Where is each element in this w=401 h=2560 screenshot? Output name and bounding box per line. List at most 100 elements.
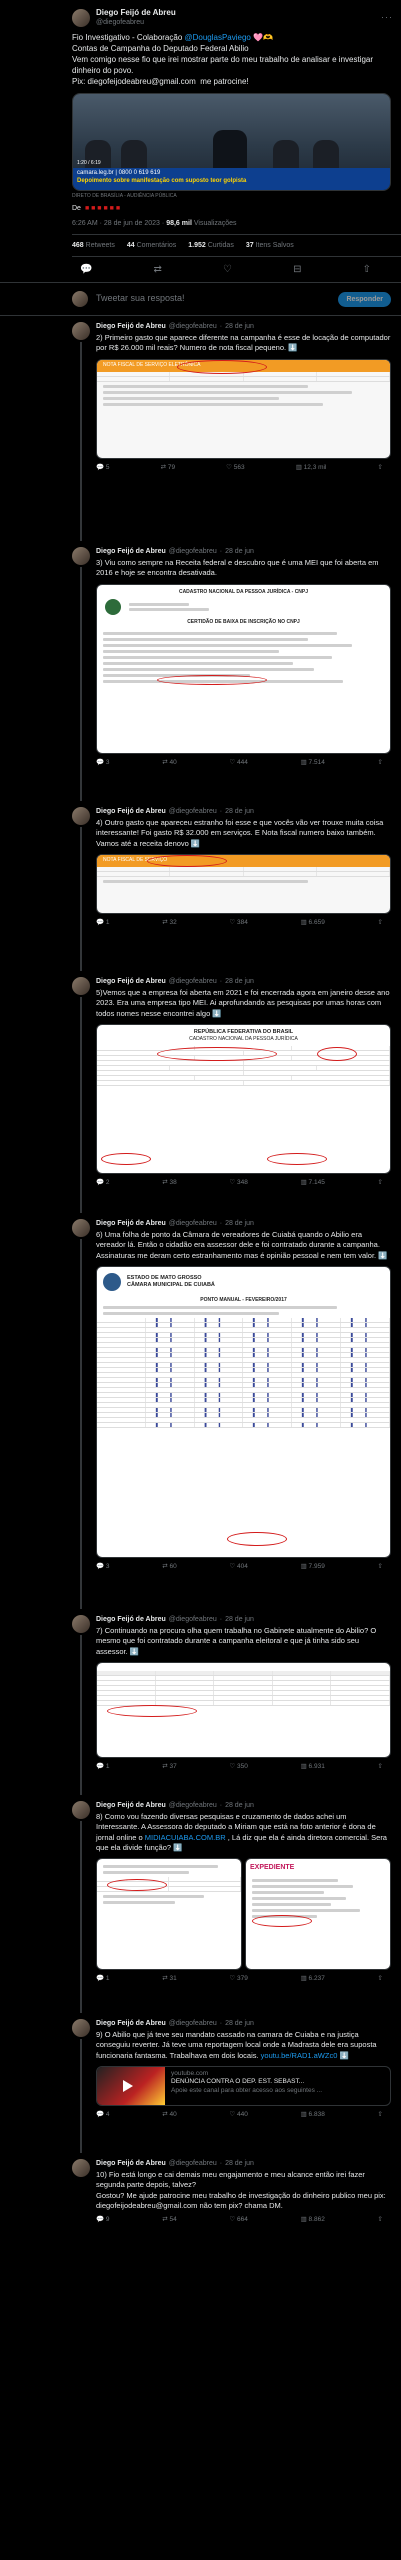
tweet-date[interactable]: 28 de jun <box>225 547 254 556</box>
reply-icon[interactable]: 💬 <box>80 263 92 276</box>
share-icon[interactable]: ⇧ <box>378 2111 383 2119</box>
share-icon[interactable]: ⇧ <box>378 1975 383 1983</box>
avatar[interactable] <box>72 807 90 826</box>
timesheet-image[interactable]: ESTADO DE MATO GROSSO CÂMARA MUNICIPAL D… <box>96 1265 391 1558</box>
thread-tweet[interactable]: Diego Feijó de Abreu @diegofeabreu · 28 … <box>0 1795 401 2014</box>
views-icon[interactable]: ▥ 12,3 mil <box>296 464 327 472</box>
thread-tweet[interactable]: Diego Feijó de Abreu @diegofeabreu · 28 … <box>0 541 401 802</box>
staff-record-image[interactable] <box>96 1857 242 1970</box>
retweet-icon[interactable]: ⇄ 40 <box>162 759 177 767</box>
share-icon[interactable]: ⇧ <box>378 1563 383 1571</box>
avatar[interactable] <box>72 322 90 341</box>
retweets-stat[interactable]: 468 Retweets <box>72 241 115 250</box>
share-icon[interactable]: ⇧ <box>378 1179 383 1187</box>
author-name[interactable]: Diego Feijó de Abreu <box>96 977 166 986</box>
avatar[interactable] <box>72 2159 90 2178</box>
author-handle[interactable]: @diegofeabreu <box>169 1219 217 1228</box>
like-icon[interactable]: ♡ 404 <box>229 1563 248 1571</box>
views-icon[interactable]: ▥ 7.514 <box>301 759 325 767</box>
share-icon[interactable]: ⇧ <box>378 919 383 927</box>
author-handle[interactable]: @diegofeabreu <box>169 977 217 986</box>
views-icon[interactable]: ▥ 6.931 <box>301 1763 325 1771</box>
reply-icon[interactable]: 💬 1 <box>96 1975 110 1983</box>
author-handle[interactable]: @diegofeabreu <box>169 807 217 816</box>
views-icon[interactable]: ▥ 7.959 <box>301 1563 325 1571</box>
reply-icon[interactable]: 💬 2 <box>96 1179 110 1187</box>
author-name[interactable]: Diego Feijó de Abreu <box>96 1219 166 1228</box>
views-icon[interactable]: ▥ 8.862 <box>301 2216 325 2224</box>
like-icon[interactable]: ♡ 440 <box>229 2111 248 2119</box>
like-icon[interactable]: ♡ 664 <box>229 2216 248 2224</box>
avatar[interactable] <box>72 8 90 27</box>
retweet-icon[interactable]: ⇄ 37 <box>162 1763 177 1771</box>
reply-icon[interactable]: 💬 3 <box>96 759 110 767</box>
like-icon[interactable]: ♡ 379 <box>229 1975 248 1983</box>
like-icon[interactable]: ♡ 384 <box>229 919 248 927</box>
likes-stat[interactable]: 1.952 Curtidas <box>188 241 234 250</box>
like-icon[interactable]: ♡ 350 <box>229 1763 248 1771</box>
thread-tweet[interactable]: Diego Feijó de Abreu @diegofeabreu · 28 … <box>0 1609 401 1796</box>
saves-stat[interactable]: 37 Itens Salvos <box>246 241 294 250</box>
reply-icon[interactable]: 💬 5 <box>96 464 110 472</box>
like-icon[interactable]: ♡ 444 <box>229 759 248 767</box>
expediente-image[interactable]: EXPEDIENTE <box>245 1857 391 1970</box>
views-icon[interactable]: ▥ 6.838 <box>301 2111 325 2119</box>
author-name[interactable]: Diego Feijó de Abreu <box>96 1801 166 1810</box>
share-icon[interactable]: ⇧ <box>378 759 383 767</box>
avatar[interactable] <box>72 2019 90 2038</box>
retweet-icon[interactable]: ⇄ 54 <box>162 2216 177 2224</box>
more-options-icon[interactable]: ··· <box>381 12 393 24</box>
invoice-image[interactable]: NOTA FISCAL DE SERVIÇO <box>96 853 391 914</box>
author-handle[interactable]: @diegofeabreu <box>96 18 176 27</box>
tweet-date[interactable]: 28 de jun <box>225 807 254 816</box>
author-name[interactable]: Diego Feijó de Abreu <box>96 1615 166 1624</box>
thread-tweet[interactable]: Diego Feijó de Abreu @diegofeabreu · 28 … <box>0 801 401 972</box>
retweet-icon[interactable]: ⇄ 38 <box>162 1179 177 1187</box>
views-icon[interactable]: ▥ 6.659 <box>301 919 325 927</box>
author-handle[interactable]: @diegofeabreu <box>169 1801 217 1810</box>
avatar[interactable] <box>72 977 90 996</box>
thread-tweet[interactable]: Diego Feijó de Abreu @diegofeabreu · 28 … <box>0 316 401 542</box>
share-icon[interactable]: ⇧ <box>363 263 371 276</box>
reply-icon[interactable]: 💬 3 <box>96 1563 110 1571</box>
reply-icon[interactable]: 💬 9 <box>96 2216 110 2224</box>
youtube-link-card[interactable]: youtube.com DENÚNCIA CONTRA O DEP. EST. … <box>96 2065 391 2106</box>
video-player[interactable]: 1:20 / 6:19 camara.leg.br | 0800 0 619 6… <box>72 93 391 192</box>
quotes-stat[interactable]: 44 Comentários <box>127 241 176 250</box>
author-handle[interactable]: @diegofeabreu <box>169 1615 217 1624</box>
author-handle[interactable]: @diegofeabreu <box>169 547 217 556</box>
retweet-icon[interactable]: ⇄ 40 <box>162 2111 177 2119</box>
cnpj-image[interactable]: REPÚBLICA FEDERATIVA DO BRASIL CADASTRO … <box>96 1023 391 1174</box>
share-icon[interactable]: ⇧ <box>378 464 383 472</box>
tweet-date[interactable]: 28 de jun <box>225 977 254 986</box>
views-icon[interactable]: ▥ 6.237 <box>301 1975 325 1983</box>
tweet-link[interactable]: MIDIACUIABA.COM.BR <box>145 1833 226 1842</box>
tweet-date[interactable]: 28 de jun <box>225 2019 254 2028</box>
invoice-image[interactable]: NOTA FISCAL DE SERVIÇO ELETRÔNICA <box>96 358 391 459</box>
thread-tweet[interactable]: Diego Feijó de Abreu @diegofeabreu · 28 … <box>0 2153 401 2243</box>
tweet-date[interactable]: 28 de jun <box>225 2159 254 2168</box>
author-name[interactable]: Diego Feijó de Abreu <box>96 807 166 816</box>
retweet-icon[interactable]: ⇄ 31 <box>162 1975 177 1983</box>
avatar[interactable] <box>72 1615 90 1634</box>
bookmark-icon[interactable]: ⊟ <box>293 263 301 276</box>
tweet-date[interactable]: 28 de jun <box>225 1615 254 1624</box>
author-name[interactable]: Diego Feijó de Abreu <box>96 322 166 331</box>
mention-link[interactable]: @DouglasPaviego <box>185 33 251 42</box>
author-name[interactable]: Diego Feijó de Abreu <box>96 8 176 18</box>
reply-icon[interactable]: 💬 1 <box>96 1763 110 1771</box>
tweet-date[interactable]: 28 de jun <box>225 1801 254 1810</box>
cnpj-image[interactable]: CADASTRO NACIONAL DA PESSOA JURÍDICA - C… <box>96 583 391 754</box>
like-icon[interactable]: ♡ 348 <box>229 1179 248 1187</box>
thread-tweet[interactable]: Diego Feijó de Abreu @diegofeabreu · 28 … <box>0 971 401 1214</box>
tweet-time[interactable]: 6:26 AM · 28 de jun de 2023 <box>72 220 160 227</box>
like-icon[interactable]: ♡ <box>223 263 232 276</box>
author-handle[interactable]: @diegofeabreu <box>169 322 217 331</box>
thread-tweet[interactable]: Diego Feijó de Abreu @diegofeabreu · 28 … <box>0 2013 401 2154</box>
retweet-icon[interactable]: ⇄ 79 <box>161 464 176 472</box>
author-handle[interactable]: @diegofeabreu <box>169 2019 217 2028</box>
author-name[interactable]: Diego Feijó de Abreu <box>96 547 166 556</box>
reply-icon[interactable]: 💬 4 <box>96 2111 110 2119</box>
like-icon[interactable]: ♡ 563 <box>226 464 245 472</box>
author-name[interactable]: Diego Feijó de Abreu <box>96 2159 166 2168</box>
